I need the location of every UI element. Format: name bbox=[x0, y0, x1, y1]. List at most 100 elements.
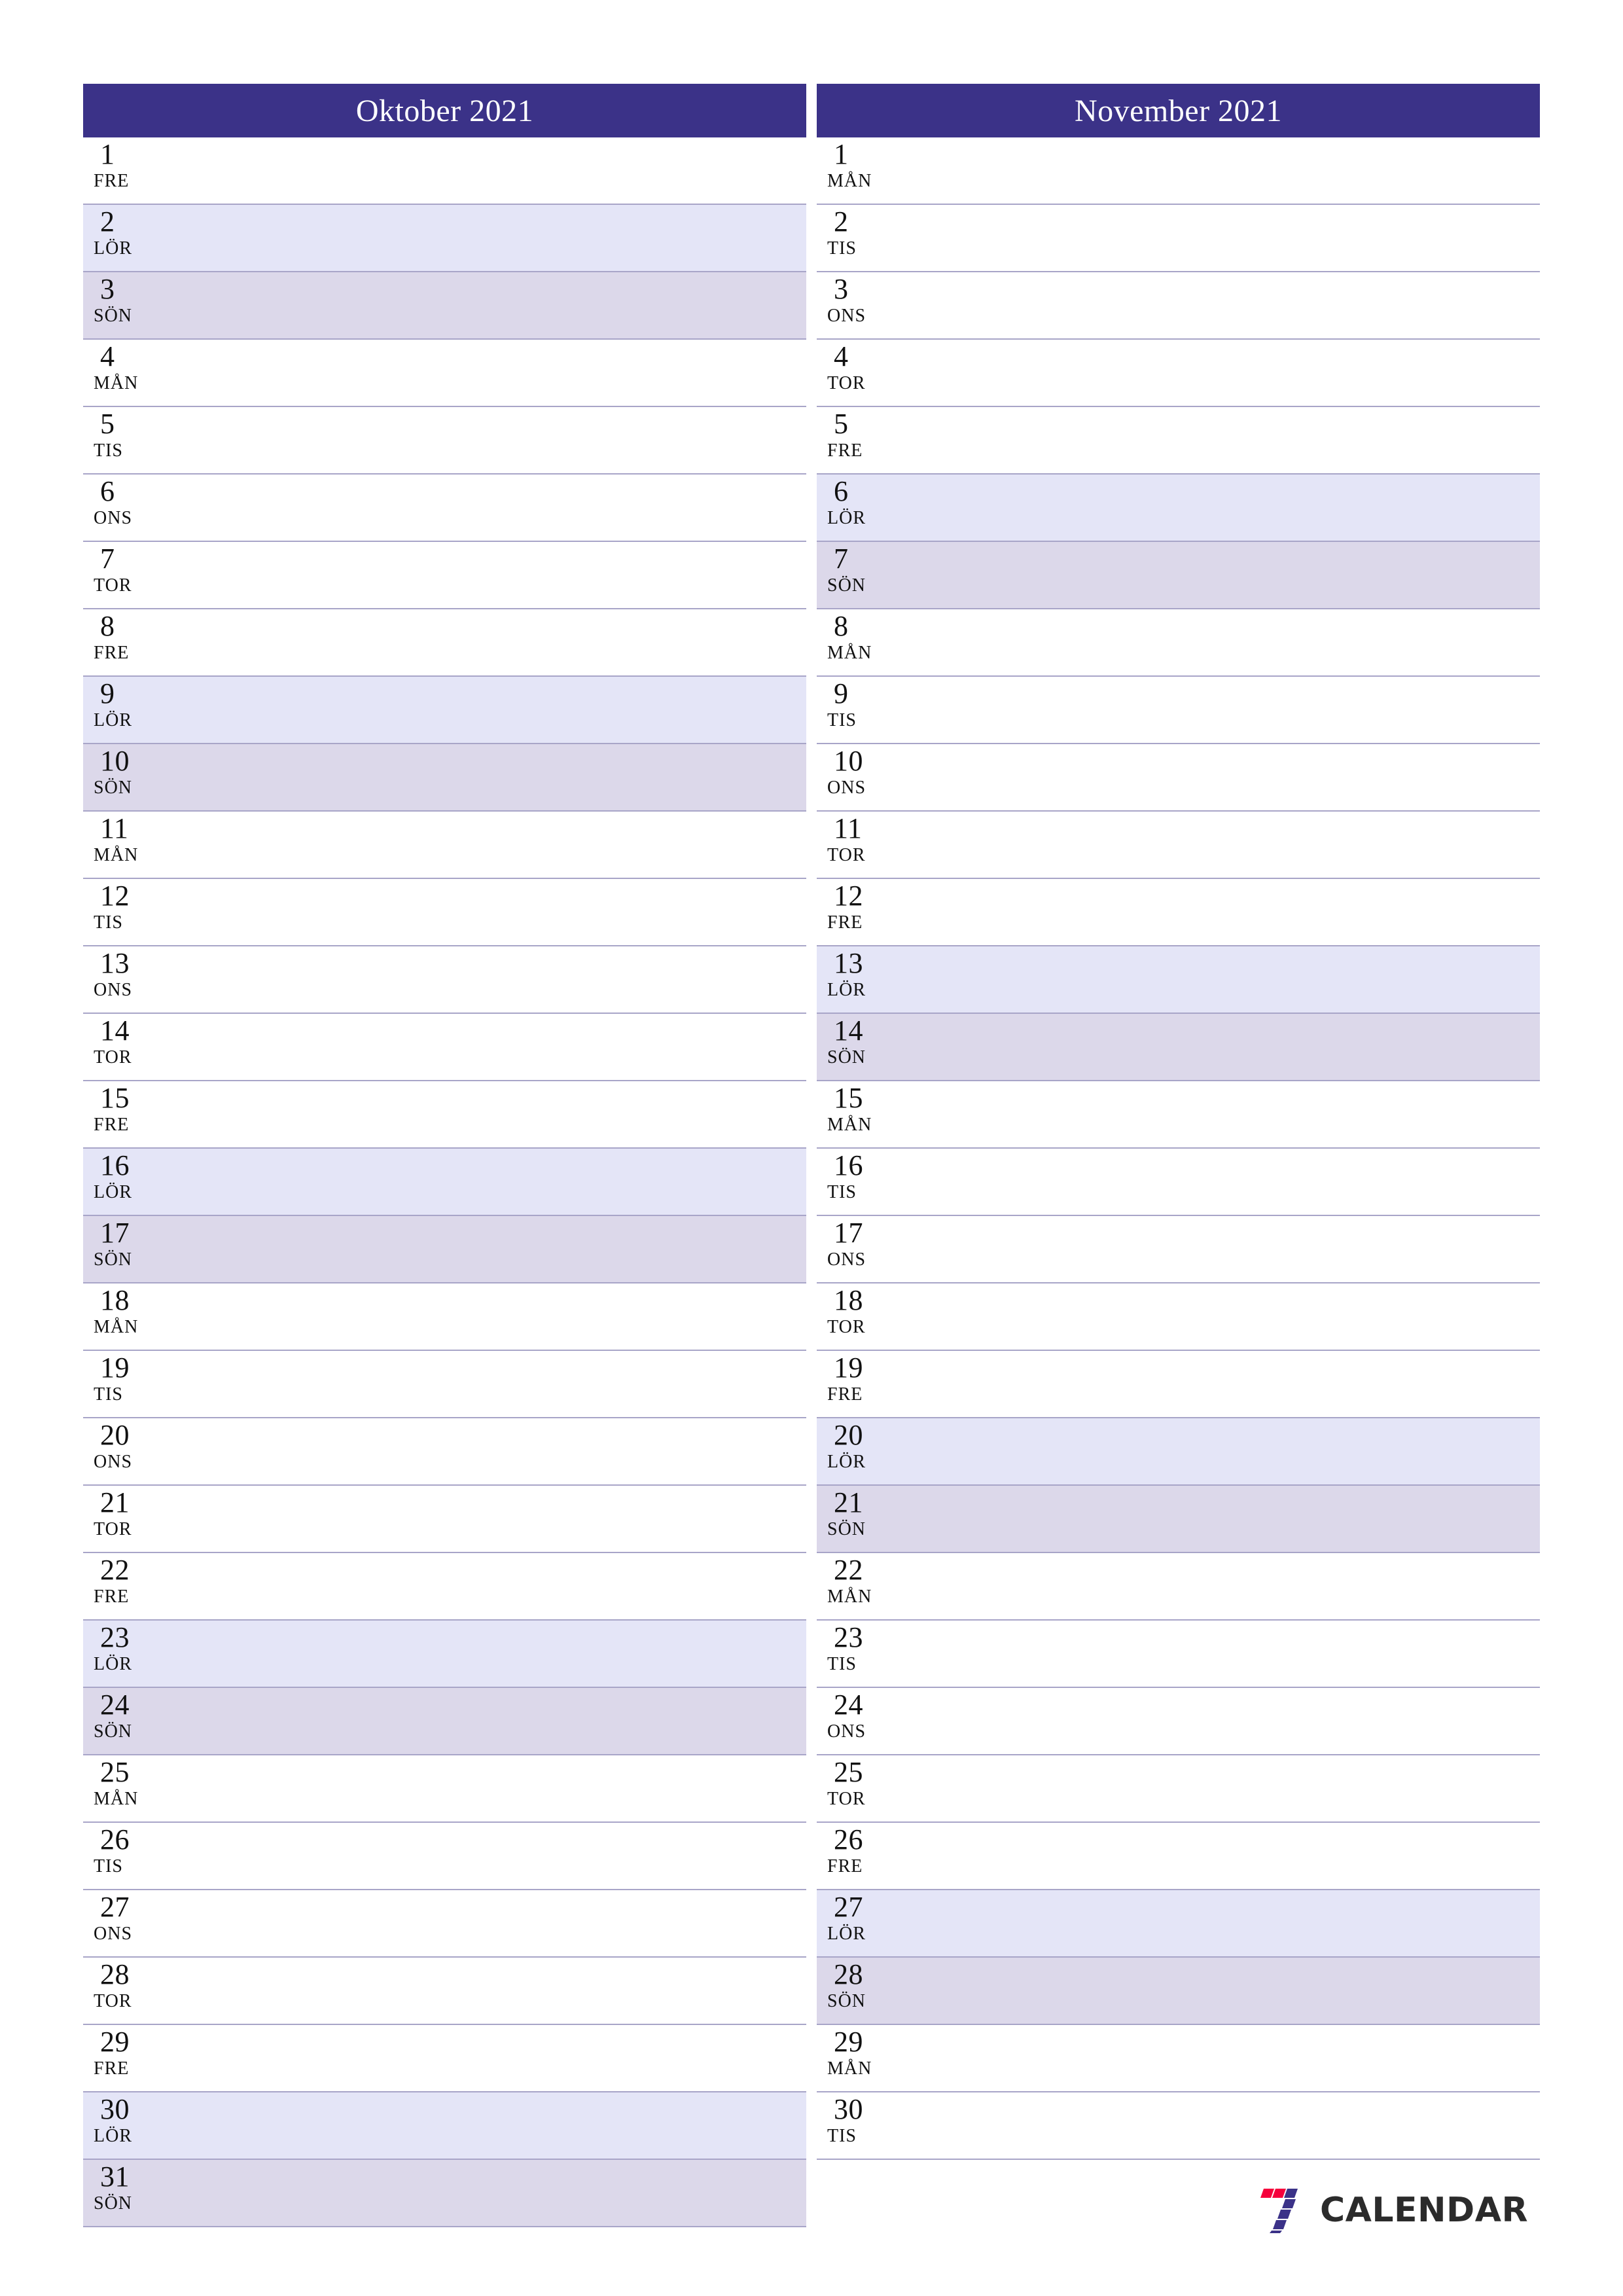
day-weekday-abbr: FRE bbox=[827, 1384, 863, 1405]
day-row[interactable]: 29 FRE bbox=[83, 2025, 806, 2092]
day-row[interactable]: 17 ONS bbox=[817, 1216, 1540, 1283]
day-row[interactable]: 10 ONS bbox=[817, 744, 1540, 812]
day-row[interactable]: 23 TIS bbox=[817, 1621, 1540, 1688]
day-row[interactable]: 25 MÅN bbox=[83, 1755, 806, 1823]
day-weekday-abbr: LÖR bbox=[827, 1924, 866, 1944]
day-row[interactable]: 13 LÖR bbox=[817, 946, 1540, 1014]
day-number: 22 bbox=[100, 1554, 130, 1586]
day-row[interactable]: 28 TOR bbox=[83, 1958, 806, 2025]
day-row[interactable]: 4 TOR bbox=[817, 340, 1540, 407]
day-row[interactable]: 14 SÖN bbox=[817, 1014, 1540, 1081]
day-row[interactable]: 19 FRE bbox=[817, 1351, 1540, 1418]
day-weekday-abbr: FRE bbox=[827, 440, 863, 461]
day-row[interactable]: 18 MÅN bbox=[83, 1283, 806, 1351]
day-row[interactable]: 15 FRE bbox=[83, 1081, 806, 1149]
day-row[interactable]: 16 TIS bbox=[817, 1149, 1540, 1216]
day-row[interactable]: 17 SÖN bbox=[83, 1216, 806, 1283]
day-row[interactable]: 1 MÅN bbox=[817, 137, 1540, 205]
day-number: 8 bbox=[100, 610, 115, 642]
day-number: 18 bbox=[834, 1284, 863, 1316]
day-row[interactable]: 25 TOR bbox=[817, 1755, 1540, 1823]
day-row[interactable]: 23 LÖR bbox=[83, 1621, 806, 1688]
day-row[interactable]: 1 FRE bbox=[83, 137, 806, 205]
day-row[interactable]: 22 MÅN bbox=[817, 1553, 1540, 1621]
day-row[interactable]: 21 TOR bbox=[83, 1486, 806, 1553]
day-row[interactable]: 5 FRE bbox=[817, 407, 1540, 475]
day-weekday-abbr: TOR bbox=[94, 1047, 132, 1067]
day-weekday-abbr: LÖR bbox=[827, 508, 866, 528]
day-row[interactable]: 6 ONS bbox=[83, 475, 806, 542]
day-row[interactable]: 24 SÖN bbox=[83, 1688, 806, 1755]
day-weekday-abbr: TIS bbox=[94, 912, 123, 933]
day-weekday-abbr: TIS bbox=[827, 2126, 857, 2146]
day-weekday-abbr: FRE bbox=[94, 1587, 130, 1607]
day-number: 19 bbox=[100, 1352, 130, 1384]
day-number: 5 bbox=[100, 408, 115, 440]
day-row[interactable]: 19 TIS bbox=[83, 1351, 806, 1418]
day-row[interactable]: 7 SÖN bbox=[817, 542, 1540, 609]
day-row[interactable]: 26 FRE bbox=[817, 1823, 1540, 1890]
day-weekday-abbr: TOR bbox=[827, 1789, 866, 1809]
calendar-page: Oktober 2021 1 FRE 2 LÖR 3 SÖN 4 MÅN 5 TIS 6 ONS 7 TO… bbox=[83, 84, 1540, 2233]
day-number: 3 bbox=[100, 273, 115, 305]
day-row[interactable]: 14 TOR bbox=[83, 1014, 806, 1081]
day-row[interactable]: 7 TOR bbox=[83, 542, 806, 609]
day-row[interactable]: 31 SÖN bbox=[83, 2160, 806, 2227]
day-row[interactable]: 2 LÖR bbox=[83, 205, 806, 272]
day-weekday-abbr: TOR bbox=[827, 845, 866, 865]
day-number: 28 bbox=[834, 1958, 863, 1990]
day-row[interactable]: 27 LÖR bbox=[817, 1890, 1540, 1958]
day-row[interactable]: 24 ONS bbox=[817, 1688, 1540, 1755]
day-row[interactable]: 28 SÖN bbox=[817, 1958, 1540, 2025]
day-weekday-abbr: FRE bbox=[827, 912, 863, 933]
day-row[interactable]: 6 LÖR bbox=[817, 475, 1540, 542]
brand-name: CALENDAR bbox=[1319, 2191, 1528, 2230]
day-weekday-abbr: TOR bbox=[94, 1519, 132, 1539]
day-row[interactable]: 9 LÖR bbox=[83, 677, 806, 744]
day-weekday-abbr: SÖN bbox=[94, 306, 133, 326]
seven-logo-icon bbox=[1257, 2187, 1308, 2233]
day-row[interactable]: 2 TIS bbox=[817, 205, 1540, 272]
day-number: 31 bbox=[100, 2161, 130, 2193]
day-weekday-abbr: MÅN bbox=[827, 1115, 872, 1135]
day-weekday-abbr: MÅN bbox=[94, 373, 139, 393]
day-weekday-abbr: TIS bbox=[827, 238, 857, 259]
day-row[interactable]: 15 MÅN bbox=[817, 1081, 1540, 1149]
day-row[interactable]: 8 FRE bbox=[83, 609, 806, 677]
day-row[interactable]: 30 TIS bbox=[817, 2092, 1540, 2160]
day-row[interactable]: 27 ONS bbox=[83, 1890, 806, 1958]
day-row[interactable]: 12 FRE bbox=[817, 879, 1540, 946]
day-number: 13 bbox=[100, 947, 130, 979]
day-row[interactable]: 11 MÅN bbox=[83, 812, 806, 879]
day-row[interactable]: 30 LÖR bbox=[83, 2092, 806, 2160]
day-weekday-abbr: FRE bbox=[94, 643, 130, 663]
day-weekday-abbr: LÖR bbox=[827, 1452, 866, 1472]
day-number: 26 bbox=[100, 1823, 130, 1856]
day-weekday-abbr: FRE bbox=[94, 171, 130, 191]
day-row[interactable]: 8 MÅN bbox=[817, 609, 1540, 677]
day-row[interactable]: 20 ONS bbox=[83, 1418, 806, 1486]
day-row[interactable]: 4 MÅN bbox=[83, 340, 806, 407]
day-row[interactable]: 29 MÅN bbox=[817, 2025, 1540, 2092]
day-weekday-abbr: TIS bbox=[827, 710, 857, 730]
day-number: 27 bbox=[100, 1891, 130, 1923]
day-number: 22 bbox=[834, 1554, 863, 1586]
day-weekday-abbr: MÅN bbox=[94, 845, 139, 865]
day-row[interactable]: 18 TOR bbox=[817, 1283, 1540, 1351]
day-row[interactable]: 21 SÖN bbox=[817, 1486, 1540, 1553]
day-weekday-abbr: ONS bbox=[827, 778, 866, 798]
day-row[interactable]: 5 TIS bbox=[83, 407, 806, 475]
day-row[interactable]: 16 LÖR bbox=[83, 1149, 806, 1216]
day-number: 14 bbox=[100, 1014, 130, 1047]
day-row[interactable]: 20 LÖR bbox=[817, 1418, 1540, 1486]
day-row[interactable]: 3 ONS bbox=[817, 272, 1540, 340]
day-row[interactable]: 10 SÖN bbox=[83, 744, 806, 812]
day-row[interactable]: 3 SÖN bbox=[83, 272, 806, 340]
day-number: 26 bbox=[834, 1823, 863, 1856]
day-row[interactable]: 13 ONS bbox=[83, 946, 806, 1014]
day-row[interactable]: 22 FRE bbox=[83, 1553, 806, 1621]
day-row[interactable]: 9 TIS bbox=[817, 677, 1540, 744]
day-row[interactable]: 26 TIS bbox=[83, 1823, 806, 1890]
day-row[interactable]: 12 TIS bbox=[83, 879, 806, 946]
day-row[interactable]: 11 TOR bbox=[817, 812, 1540, 879]
